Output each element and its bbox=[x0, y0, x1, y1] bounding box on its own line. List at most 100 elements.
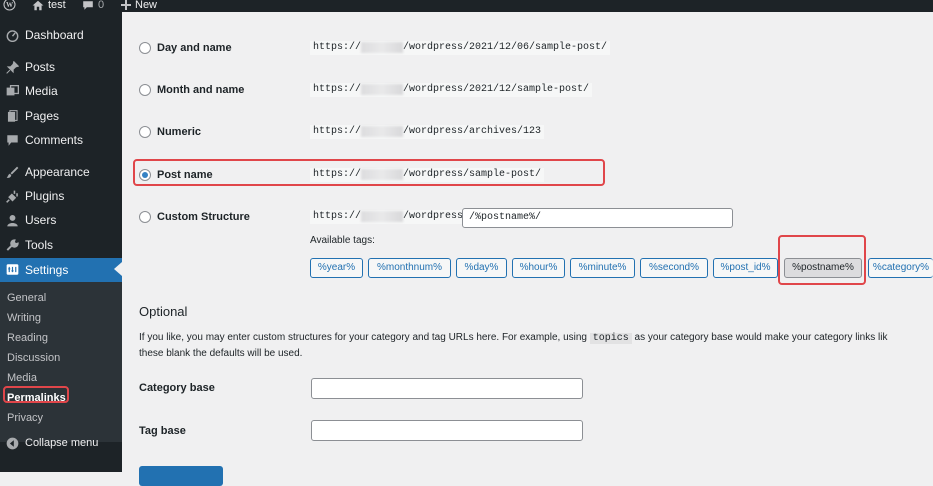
radio-day-and-name[interactable] bbox=[139, 42, 151, 54]
url-example-day-and-name: https:// /wordpress/2021/12/06/sample-pos… bbox=[310, 41, 611, 55]
permalink-settings-content: Day and name https:// /wordpress/2021/12/… bbox=[122, 12, 933, 486]
redacted-domain bbox=[361, 211, 404, 222]
pin-icon bbox=[5, 60, 19, 74]
submenu-item-media[interactable]: Media bbox=[7, 371, 37, 385]
menu-item-posts[interactable]: Posts bbox=[0, 56, 122, 78]
url-prefix: https:// bbox=[313, 126, 362, 137]
submenu-item-writing[interactable]: Writing bbox=[7, 311, 41, 325]
settings-icon bbox=[5, 262, 19, 276]
url-prefix: https:// bbox=[313, 169, 362, 180]
url-suffix: /wordpress/2021/12/06/sample-post/ bbox=[403, 42, 608, 53]
menu-label-plugins: Plugins bbox=[25, 189, 65, 203]
url-example-post-name: https:// /wordpress/sample-post/ bbox=[310, 168, 545, 182]
redacted-domain bbox=[361, 42, 404, 53]
url-prefix: https:// bbox=[313, 42, 362, 53]
menu-label-dashboard: Dashboard bbox=[25, 28, 84, 42]
admin-bar: W test 0 New bbox=[0, 0, 933, 12]
radio-month-and-name[interactable] bbox=[139, 84, 151, 96]
media-icon bbox=[5, 84, 19, 98]
tag-base-label: Tag base bbox=[139, 425, 186, 437]
url-prefix: https:// bbox=[313, 211, 362, 222]
menu-item-tools[interactable]: Tools bbox=[0, 234, 122, 256]
permalinks-highlight-box bbox=[3, 386, 69, 403]
submenu-item-reading[interactable]: Reading bbox=[7, 331, 48, 345]
tag-button-day[interactable]: %day% bbox=[456, 258, 507, 278]
tag-button-year[interactable]: %year% bbox=[310, 258, 363, 278]
menu-label-pages: Pages bbox=[25, 109, 60, 123]
radio-custom-structure[interactable] bbox=[139, 211, 151, 223]
option-label-custom-structure[interactable]: Custom Structure bbox=[157, 210, 250, 224]
tag-button-minute[interactable]: %minute% bbox=[570, 258, 635, 278]
radio-numeric[interactable] bbox=[139, 126, 151, 138]
url-suffix: /wordpress/archives/123 bbox=[403, 126, 542, 137]
description-text-line2: these blank the defaults will be used. bbox=[139, 348, 303, 359]
menu-label-tools: Tools bbox=[25, 238, 54, 252]
tag-base-input[interactable] bbox=[311, 420, 583, 441]
menu-label-posts: Posts bbox=[25, 60, 56, 74]
option-label-post-name[interactable]: Post name bbox=[157, 168, 213, 182]
save-changes-button[interactable] bbox=[139, 466, 223, 486]
menu-item-plugins[interactable]: Plugins bbox=[0, 185, 122, 207]
option-label-month-and-name[interactable]: Month and name bbox=[157, 83, 244, 97]
home-icon bbox=[32, 0, 44, 10]
url-example-numeric: https:// /wordpress/archives/123 bbox=[310, 125, 545, 139]
custom-structure-input[interactable]: /%postname%/ bbox=[462, 208, 733, 228]
url-suffix: /wordpress/sample-post/ bbox=[403, 169, 542, 180]
user-icon bbox=[5, 213, 19, 227]
description-code: topics bbox=[589, 333, 632, 344]
tag-button-category[interactable]: %category% bbox=[868, 258, 933, 278]
optional-description: If you like, you may enter custom struct… bbox=[139, 330, 929, 361]
category-base-label: Category base bbox=[139, 382, 215, 394]
tag-button-hour[interactable]: %hour% bbox=[512, 258, 565, 278]
submenu-item-discussion[interactable]: Discussion bbox=[7, 351, 60, 365]
pages-icon bbox=[5, 109, 19, 123]
menu-item-pages[interactable]: Pages bbox=[0, 105, 122, 127]
url-example-custom-structure: https:// /wordpress bbox=[310, 210, 467, 224]
submenu-item-privacy[interactable]: Privacy bbox=[7, 411, 43, 425]
wrench-icon bbox=[5, 238, 19, 252]
redacted-domain bbox=[361, 126, 404, 137]
url-prefix: https:// bbox=[313, 84, 362, 95]
collapse-menu-label: Collapse menu bbox=[25, 437, 99, 449]
menu-item-media[interactable]: Media bbox=[0, 80, 122, 102]
tag-button-post-id[interactable]: %post_id% bbox=[713, 258, 778, 278]
menu-label-appearance: Appearance bbox=[25, 165, 90, 179]
active-menu-arrow bbox=[114, 262, 122, 276]
menu-item-settings[interactable]: Settings bbox=[0, 258, 122, 282]
new-content-link[interactable]: New bbox=[121, 0, 157, 12]
admin-sidebar: Dashboard Posts Media Pages Comments App… bbox=[0, 12, 122, 472]
menu-label-users: Users bbox=[25, 213, 57, 227]
tag-button-postname[interactable]: %postname% bbox=[784, 258, 862, 278]
wordpress-logo-icon[interactable]: W bbox=[3, 0, 16, 11]
comment-icon bbox=[83, 0, 93, 10]
plus-icon bbox=[121, 0, 131, 10]
option-label-numeric[interactable]: Numeric bbox=[157, 125, 201, 139]
new-label: New bbox=[135, 0, 158, 11]
menu-label-settings: Settings bbox=[25, 263, 69, 277]
dashboard-icon bbox=[5, 28, 19, 42]
menu-item-comments[interactable]: Comments bbox=[0, 129, 122, 151]
plug-icon bbox=[5, 189, 19, 203]
option-label-day-and-name[interactable]: Day and name bbox=[157, 41, 232, 55]
comments-link[interactable]: 0 bbox=[82, 0, 104, 12]
description-text-before: If you like, you may enter custom struct… bbox=[139, 332, 590, 343]
available-tags-label: Available tags: bbox=[310, 235, 375, 246]
menu-item-appearance[interactable]: Appearance bbox=[0, 161, 122, 183]
svg-text:W: W bbox=[6, 1, 14, 9]
tag-button-second[interactable]: %second% bbox=[640, 258, 708, 278]
menu-item-users[interactable]: Users bbox=[0, 209, 122, 231]
redacted-domain bbox=[361, 84, 404, 95]
redacted-domain bbox=[361, 169, 404, 180]
site-name-label: test bbox=[48, 0, 66, 11]
url-example-month-and-name: https:// /wordpress/2021/12/sample-post/ bbox=[310, 83, 593, 97]
url-suffix: /wordpress bbox=[403, 211, 464, 222]
comment-icon bbox=[5, 133, 19, 147]
site-name-link[interactable]: test bbox=[32, 0, 66, 12]
category-base-input[interactable] bbox=[311, 378, 583, 399]
menu-item-dashboard[interactable]: Dashboard bbox=[0, 24, 122, 46]
description-text-after: as your category base would make your ca… bbox=[631, 332, 888, 343]
radio-post-name[interactable] bbox=[139, 169, 151, 181]
tag-button-monthnum[interactable]: %monthnum% bbox=[368, 258, 451, 278]
submenu-item-general[interactable]: General bbox=[7, 291, 46, 305]
collapse-menu-button[interactable]: Collapse menu bbox=[0, 432, 122, 454]
